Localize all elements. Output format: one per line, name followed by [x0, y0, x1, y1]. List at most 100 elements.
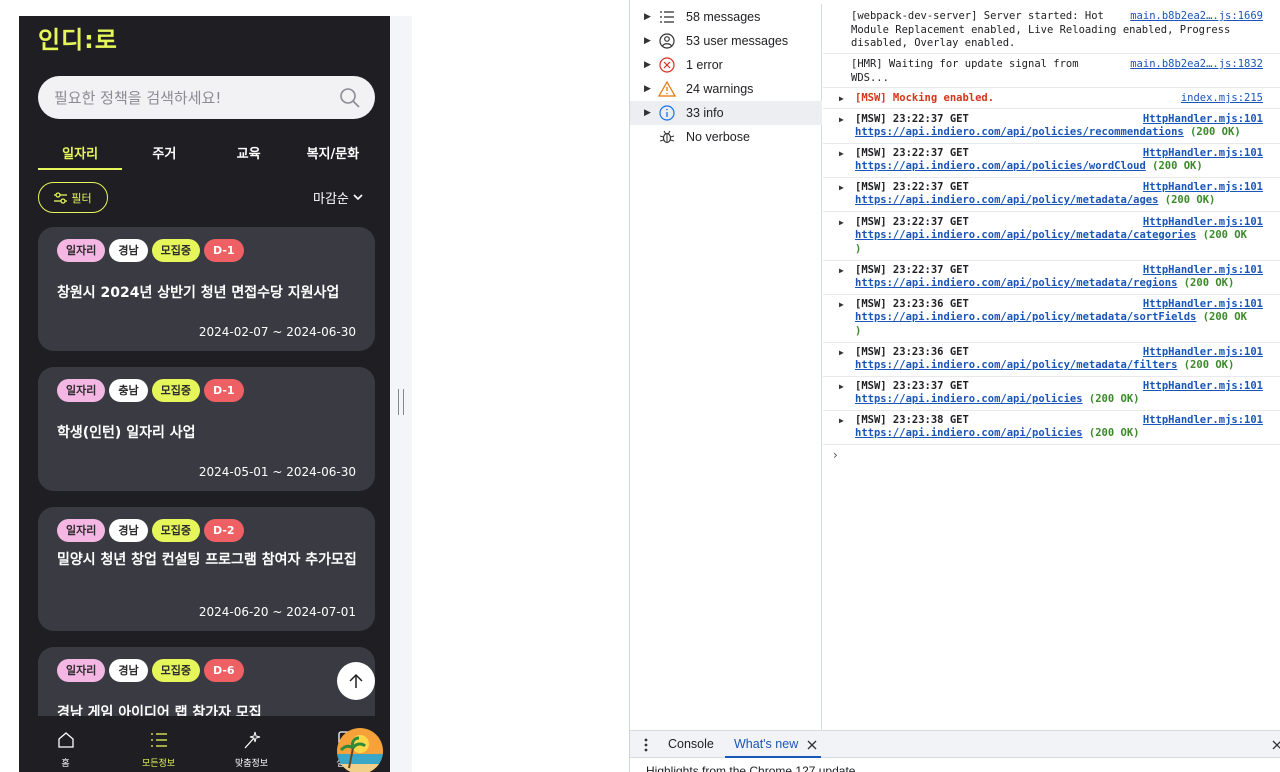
- nav-all-info[interactable]: 모든정보: [112, 716, 205, 772]
- log-source-link[interactable]: index.mjs:215: [1181, 92, 1263, 106]
- category-badge: 일자리: [57, 379, 106, 402]
- log-source-link[interactable]: HttpHandler.mjs:101: [1143, 380, 1263, 394]
- log-status: (200 OK): [1183, 359, 1235, 371]
- sidebar-item-label: No verbose: [686, 130, 750, 144]
- sidebar-item-verbose[interactable]: No verbose: [630, 125, 822, 149]
- policy-date: 2024-02-07 ~ 2024-06-30: [198, 325, 356, 339]
- nav-home[interactable]: 홈: [19, 716, 112, 772]
- more-options-icon[interactable]: [644, 738, 648, 752]
- log-url-link[interactable]: https://api.indiero.com/api/policy/metad…: [855, 229, 1196, 241]
- expand-arrow-icon[interactable]: ▶: [839, 298, 844, 312]
- log-source-link[interactable]: HttpHandler.mjs:101: [1143, 113, 1263, 127]
- log-entry[interactable]: ▶ [MSW] 23:22:37 GET HttpHandler.mjs:101…: [823, 113, 1280, 144]
- nav-label: 홈: [61, 759, 70, 769]
- log-status: (200 OK): [1088, 427, 1140, 439]
- log-source-link[interactable]: HttpHandler.mjs:101: [1143, 346, 1263, 360]
- tab-jobs[interactable]: 일자리: [38, 138, 123, 170]
- sort-dropdown[interactable]: 마감순: [313, 188, 363, 207]
- list-icon: [150, 733, 167, 747]
- log-source-link[interactable]: HttpHandler.mjs:101: [1143, 181, 1263, 195]
- scroll-to-top-button[interactable]: [337, 662, 375, 700]
- expand-arrow-icon[interactable]: ▶: [644, 12, 651, 22]
- filter-button[interactable]: 필터: [38, 182, 108, 213]
- bug-icon: [658, 128, 676, 146]
- console-prompt-icon[interactable]: ›: [833, 448, 838, 462]
- policy-card[interactable]: 일자리 충남 모집중 D-1 학생(인턴) 일자리 사업 2024-05-01 …: [38, 367, 375, 491]
- expand-arrow-icon[interactable]: ▶: [839, 113, 844, 127]
- expand-arrow-icon[interactable]: ▶: [644, 60, 651, 70]
- log-entry[interactable]: ▶ [MSW] 23:23:36 GET HttpHandler.mjs:101…: [823, 298, 1280, 343]
- close-drawer-icon[interactable]: [1272, 740, 1280, 750]
- expand-arrow-icon[interactable]: ▶: [839, 147, 844, 161]
- tab-education[interactable]: 교육: [207, 138, 291, 170]
- mobile-app: 인디:로 일자리 주거 교육 복지/문화 필터 마감순 일자리 경남 모집중: [19, 16, 391, 772]
- log-entry[interactable]: ▶ [MSW] Mocking enabled. index.mjs:215: [823, 92, 1280, 109]
- sidebar-item-label: 1 error: [686, 58, 723, 72]
- log-url-link[interactable]: https://api.indiero.com/api/policies/rec…: [855, 126, 1184, 138]
- log-status: (200 OK): [1088, 393, 1140, 405]
- sidebar-item-user-messages[interactable]: ▶ 53 user messages: [630, 29, 822, 53]
- expand-arrow-icon[interactable]: ▶: [839, 92, 844, 106]
- status-badge: 모집중: [151, 519, 200, 542]
- drawer-tab-bar: Console What's new: [630, 730, 1280, 758]
- log-entry[interactable]: ▶ [MSW] 23:22:37 GET HttpHandler.mjs:101…: [823, 216, 1280, 261]
- log-source-link[interactable]: main.b8b2ea2….js:1832: [1130, 58, 1263, 72]
- search-input[interactable]: [38, 76, 328, 119]
- log-entry[interactable]: ▶ [MSW] 23:23:38 GET HttpHandler.mjs:101…: [823, 414, 1280, 445]
- tab-welfare[interactable]: 복지/문화: [291, 138, 375, 170]
- log-entry[interactable]: ▶ [MSW] 23:23:36 GET HttpHandler.mjs:101…: [823, 346, 1280, 377]
- log-source-link[interactable]: HttpHandler.mjs:101: [1143, 264, 1263, 278]
- expand-arrow-icon[interactable]: ▶: [839, 346, 844, 360]
- search-icon[interactable]: [339, 87, 361, 109]
- nav-label: 맞춤정보: [234, 759, 269, 769]
- log-entry[interactable]: ▶ [MSW] 23:23:37 GET HttpHandler.mjs:101…: [823, 380, 1280, 411]
- log-url-link[interactable]: https://api.indiero.com/api/policy/metad…: [855, 359, 1177, 371]
- sidebar-item-errors[interactable]: ▶ 1 error: [630, 53, 822, 77]
- log-url-link[interactable]: https://api.indiero.com/api/policy/metad…: [855, 194, 1158, 206]
- search-bar: [38, 76, 375, 119]
- log-url-link[interactable]: https://api.indiero.com/api/policies: [855, 393, 1083, 405]
- category-tabs: 일자리 주거 교육 복지/문화: [38, 138, 375, 170]
- expand-arrow-icon[interactable]: ▶: [644, 36, 651, 46]
- expand-arrow-icon[interactable]: ▶: [644, 84, 651, 94]
- region-badge: 경남: [109, 519, 148, 542]
- log-url-link[interactable]: https://api.indiero.com/api/policy/metad…: [855, 277, 1177, 289]
- app-logo[interactable]: 인디:로: [38, 20, 118, 55]
- region-badge: 충남: [109, 379, 148, 402]
- resize-handle[interactable]: [398, 389, 404, 415]
- sidebar-item-label: 24 warnings: [686, 82, 754, 96]
- expand-arrow-icon[interactable]: ▶: [839, 181, 844, 195]
- log-entry[interactable]: ▶ [MSW] 23:22:37 GET HttpHandler.mjs:101…: [823, 181, 1280, 212]
- log-entry[interactable]: ▶ [MSW] 23:22:37 GET HttpHandler.mjs:101…: [823, 147, 1280, 178]
- policy-card[interactable]: 일자리 경남 모집중 D-2 밀양시 청년 창업 컨설팅 프로그램 참여자 추가…: [38, 507, 375, 631]
- tab-console[interactable]: Console: [668, 737, 714, 751]
- policy-card[interactable]: 일자리 경남 모집중 D-1 창원시 2024년 상반기 청년 면접수당 지원사…: [38, 227, 375, 351]
- expand-arrow-icon[interactable]: ▶: [644, 108, 651, 118]
- expand-arrow-icon[interactable]: ▶: [839, 264, 844, 278]
- log-entry[interactable]: ▶ [MSW] 23:22:37 GET HttpHandler.mjs:101…: [823, 264, 1280, 295]
- close-tab-icon[interactable]: [807, 740, 817, 750]
- policy-title: 밀양시 청년 창업 컨설팅 프로그램 참여자 추가모집: [57, 552, 357, 568]
- expand-arrow-icon[interactable]: ▶: [839, 414, 844, 428]
- dday-badge: D-2: [204, 519, 244, 542]
- log-source-link[interactable]: main.b8b2ea2….js:1669: [1130, 10, 1263, 24]
- log-source-link[interactable]: HttpHandler.mjs:101: [1143, 216, 1263, 230]
- avatar[interactable]: [337, 728, 383, 772]
- log-url-link[interactable]: https://api.indiero.com/api/policies/wor…: [855, 160, 1146, 172]
- sidebar-item-info[interactable]: ▶ 33 info: [630, 101, 822, 125]
- region-badge: 경남: [109, 239, 148, 262]
- sidebar-item-warnings[interactable]: ▶ 24 warnings: [630, 77, 822, 101]
- expand-arrow-icon[interactable]: ▶: [839, 380, 844, 394]
- sidebar-item-messages[interactable]: ▶ 58 messages: [630, 5, 822, 29]
- tab-housing[interactable]: 주거: [122, 138, 206, 170]
- tab-whats-new[interactable]: What's new: [734, 737, 798, 751]
- log-source-link[interactable]: HttpHandler.mjs:101: [1143, 298, 1263, 312]
- expand-arrow-icon[interactable]: ▶: [839, 216, 844, 230]
- nav-custom-info[interactable]: 맞춤정보: [205, 716, 298, 772]
- log-source-link[interactable]: HttpHandler.mjs:101: [1143, 147, 1263, 161]
- dday-badge: D-1: [204, 239, 244, 262]
- log-source-link[interactable]: HttpHandler.mjs:101: [1143, 414, 1263, 428]
- info-icon: [658, 104, 676, 122]
- log-url-link[interactable]: https://api.indiero.com/api/policies: [855, 427, 1083, 439]
- log-url-link[interactable]: https://api.indiero.com/api/policy/metad…: [855, 311, 1196, 323]
